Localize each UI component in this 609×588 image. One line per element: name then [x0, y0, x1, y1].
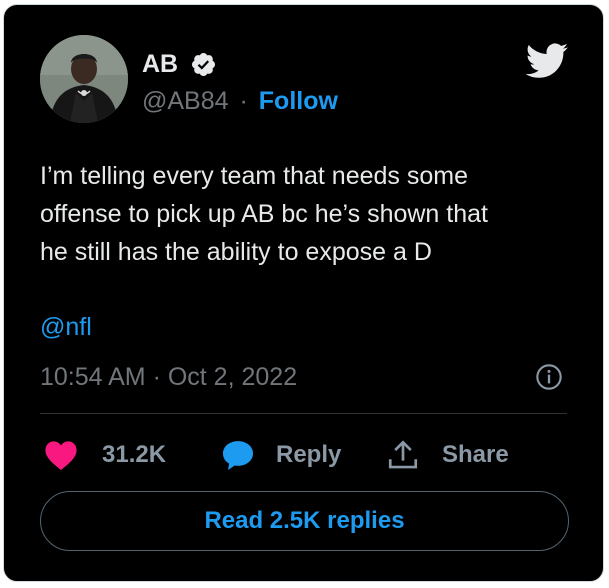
tweet-text: I’m telling every team that needs some o… — [40, 162, 488, 266]
reply-button[interactable]: Reply — [220, 435, 341, 475]
mention-link[interactable]: @nfl — [40, 311, 92, 343]
speech-bubble-icon — [222, 441, 254, 471]
twitter-bird-icon[interactable] — [525, 43, 569, 79]
follow-button[interactable]: Follow — [259, 87, 338, 115]
share-upload-icon — [388, 440, 418, 469]
divider — [40, 413, 567, 414]
avatar[interactable] — [40, 35, 128, 123]
read-replies-button[interactable]: Read 2.5K replies — [40, 491, 569, 551]
avatar-image — [40, 35, 128, 123]
likes-count: 31.2K — [102, 441, 167, 468]
handle-row: @AB84 · Follow — [142, 85, 338, 117]
action-bar: 31.2K Reply Share — [40, 435, 560, 475]
info-icon[interactable] — [535, 363, 563, 391]
like-button[interactable]: 31.2K — [44, 435, 166, 475]
verified-badge-icon — [191, 52, 216, 77]
share-label: Share — [442, 441, 509, 468]
author-handle[interactable]: @AB84 — [142, 87, 229, 115]
author-name[interactable]: AB — [142, 49, 178, 79]
separator-dot: · — [239, 87, 248, 115]
tweet-card: AB @AB84 · Follow I’m telling every team… — [3, 4, 604, 582]
heart-icon — [45, 441, 77, 471]
reply-label: Reply — [276, 441, 342, 468]
share-button[interactable]: Share — [386, 435, 509, 475]
tweet-timestamp[interactable]: 10:54 AM · Oct 2, 2022 — [40, 361, 297, 393]
